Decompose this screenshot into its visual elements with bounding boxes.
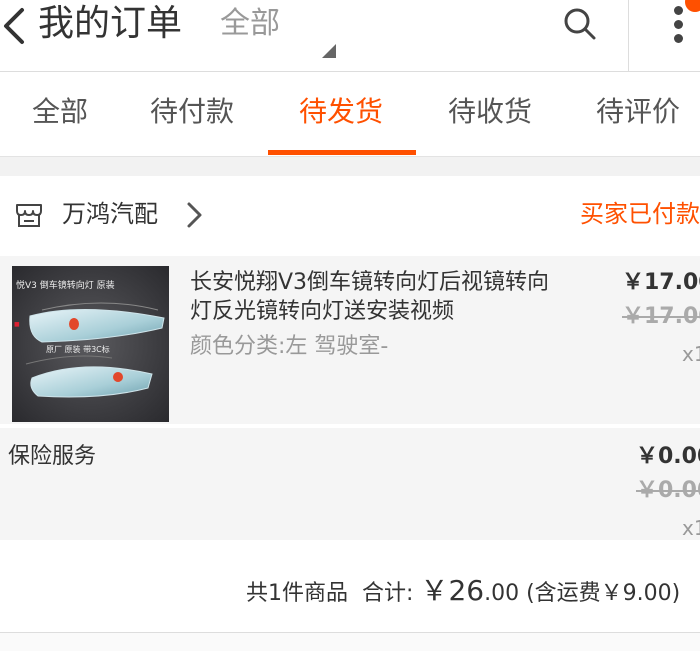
chevron-left-icon	[4, 8, 24, 44]
store-icon	[14, 200, 44, 230]
order-total-line: 共1件商品 合计: ￥26.00 (含运费￥9.00)	[246, 574, 680, 611]
insurance-original-price: ￥0.00	[636, 478, 700, 503]
order-status: 买家已付款	[580, 200, 700, 228]
tab-pending-review[interactable]: 待评价	[596, 92, 680, 132]
bottom-strip	[0, 633, 700, 651]
order-summary: 共1件商品 合计: ￥26.00 (含运费￥9.00)	[0, 540, 700, 632]
header-divider	[628, 0, 629, 72]
svg-text:原厂 原装 带3C标: 原厂 原装 带3C标	[46, 344, 110, 354]
shop-name[interactable]: 万鸿汽配	[62, 196, 158, 232]
insurance-price: ￥0.00	[636, 444, 700, 469]
total-decimal: .00	[484, 581, 520, 606]
svg-text:■: ■	[14, 321, 20, 328]
section-gap	[0, 156, 700, 176]
order-status-tabs: 全部 待付款 待发货 待收货 待评价	[0, 72, 700, 156]
total-integer: 26	[448, 574, 485, 607]
tab-pending-receipt[interactable]: 待收货	[448, 92, 532, 132]
shipping-note: (含运费￥9.00)	[526, 581, 681, 606]
product-sku: 颜色分类:左 驾驶室-	[190, 334, 389, 359]
tab-pending-payment[interactable]: 待付款	[150, 92, 234, 132]
tab-all[interactable]: 全部	[32, 92, 88, 132]
tab-pending-shipment[interactable]: 待发货	[299, 92, 383, 132]
insurance-quantity: x1	[682, 516, 700, 540]
total-label: 合计:	[362, 581, 414, 606]
svg-text:悦V3 倒车镜转向灯 原装: 悦V3 倒车镜转向灯 原装	[16, 279, 115, 291]
chevron-right-icon	[184, 200, 204, 230]
order-filter-dropdown[interactable]: 全部	[220, 6, 280, 42]
dropdown-triangle-icon	[322, 44, 336, 58]
insurance-label: 保险服务	[8, 444, 97, 469]
product-original-price: ￥17.00	[622, 304, 700, 329]
item-count: 共1件商品	[246, 581, 348, 606]
insurance-item[interactable]: 保险服务 ￥0.00 ￥0.00 x1	[0, 428, 700, 540]
order-item[interactable]: 悦V3 倒车镜转向灯 原装 原厂 原装 带3C标 ■ 长安悦翔V3倒车镜转向灯后…	[0, 256, 700, 424]
active-tab-indicator	[268, 150, 416, 155]
product-quantity: x1	[682, 342, 700, 366]
total-currency: ￥	[420, 574, 449, 607]
search-icon	[564, 8, 596, 40]
product-price: ￥17.00	[622, 270, 700, 295]
page-title: 我的订单	[38, 3, 183, 44]
top-bar: 我的订单 全部	[0, 0, 700, 72]
product-thumbnail[interactable]: 悦V3 倒车镜转向灯 原装 原厂 原装 带3C标 ■	[12, 266, 169, 422]
product-title[interactable]: 长安悦翔V3倒车镜转向灯后视镜转向灯反光镜转向灯送安装视频	[190, 268, 560, 326]
shop-header[interactable]: 万鸿汽配 买家已付款	[0, 176, 700, 256]
search-button[interactable]	[560, 4, 600, 44]
back-button[interactable]	[0, 6, 30, 46]
